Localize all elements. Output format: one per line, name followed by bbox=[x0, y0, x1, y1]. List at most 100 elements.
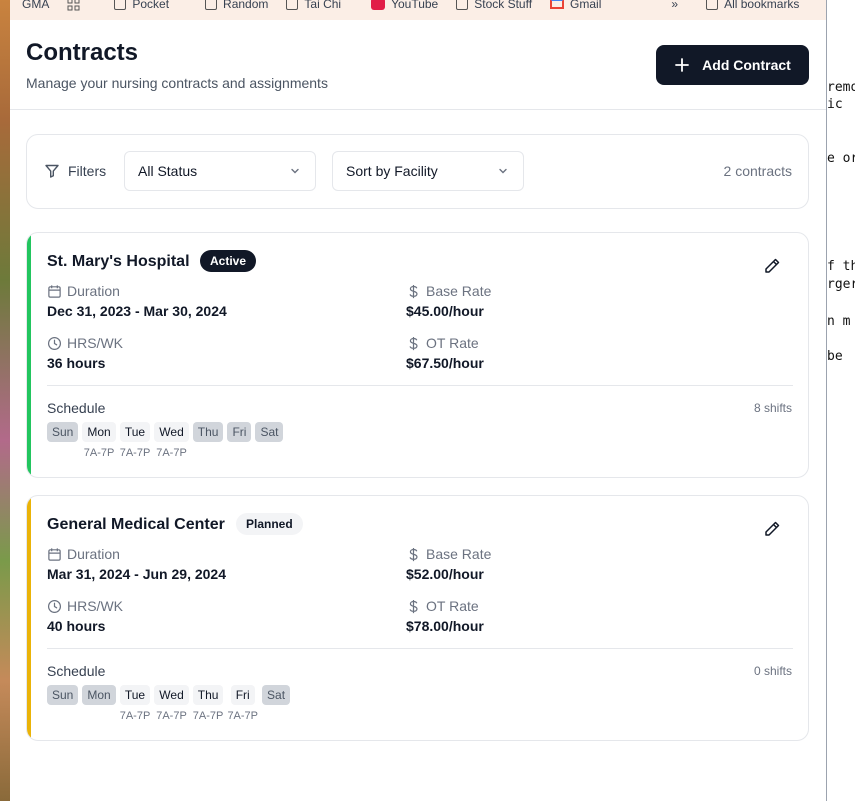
duration-value: Mar 31, 2024 - Jun 29, 2024 bbox=[47, 566, 226, 582]
schedule-day: Sat bbox=[262, 685, 291, 723]
add-contract-button[interactable]: Add Contract bbox=[656, 45, 809, 85]
schedule-day: Mon 7A-7P bbox=[82, 422, 116, 460]
edit-pencil-icon[interactable] bbox=[763, 520, 781, 538]
schedule-day: Tue 7A-7P bbox=[119, 685, 151, 723]
ot-rate-label: OT Rate bbox=[406, 598, 479, 614]
shifts-count: 0 shifts bbox=[753, 664, 792, 678]
duration-label: Duration bbox=[47, 283, 120, 299]
bookmark-item[interactable]: YouTube bbox=[371, 0, 438, 11]
edit-pencil-icon[interactable] bbox=[763, 257, 781, 275]
all-bookmarks-button[interactable]: All bookmarks bbox=[706, 0, 799, 11]
background-terminal-window: remo ic e or f th rger n m be bbox=[826, 0, 855, 801]
calendar-icon bbox=[48, 547, 61, 561]
bookmark-label: Pocket bbox=[132, 0, 170, 11]
base-rate-label: Base Rate bbox=[406, 283, 491, 299]
hours-label-text: HRS/WK bbox=[67, 335, 123, 351]
dollar-icon bbox=[409, 547, 418, 561]
status-badge: Planned bbox=[236, 513, 303, 535]
shifts-count: 8 shifts bbox=[753, 401, 792, 415]
bookmark-item[interactable]: Stock Stuff bbox=[456, 0, 532, 11]
shift-time: 7A-7P bbox=[192, 710, 224, 722]
base-rate-value: $52.00/hour bbox=[406, 566, 484, 582]
facility-name: St. Mary's Hospital bbox=[47, 253, 190, 270]
status-accent-bar bbox=[27, 496, 31, 740]
schedule-day: Sun bbox=[47, 422, 79, 460]
all-bookmarks-label: All bookmarks bbox=[724, 0, 800, 11]
ot-rate-label: OT Rate bbox=[406, 335, 479, 351]
sort-select[interactable]: Sort by Facility bbox=[332, 151, 524, 191]
hours-value: 36 hours bbox=[47, 355, 106, 371]
divider bbox=[47, 385, 793, 386]
bookmark-label: Stock Stuff bbox=[474, 0, 533, 11]
schedule-day: Thu 7A-7P bbox=[192, 685, 224, 723]
day-chip: Sun bbox=[47, 422, 79, 442]
day-chip: Thu bbox=[192, 685, 224, 705]
bookmark-item[interactable]: GMA bbox=[22, 0, 49, 11]
status-accent-bar bbox=[27, 233, 31, 477]
filters-text: Filters bbox=[68, 163, 107, 179]
terminal-line: f th bbox=[827, 259, 855, 274]
bookmark-label: Tai Chi bbox=[304, 0, 342, 11]
clock-icon bbox=[47, 336, 62, 350]
shift-time: 7A-7P bbox=[227, 710, 259, 722]
folder-icon bbox=[706, 0, 719, 10]
day-chip: Wed bbox=[154, 685, 189, 705]
day-chip: Sun bbox=[47, 685, 79, 705]
dollar-icon bbox=[409, 599, 418, 613]
contracts-count: 2 contracts bbox=[723, 163, 792, 179]
schedule-label: Schedule bbox=[47, 663, 106, 679]
bookmarks-overflow-button[interactable]: » bbox=[671, 0, 678, 11]
day-chip: Fri bbox=[227, 422, 252, 442]
schedule-day: Tue 7A-7P bbox=[119, 422, 151, 460]
base-rate-label-text: Base Rate bbox=[426, 546, 492, 562]
bookmark-item[interactable]: Random bbox=[205, 0, 268, 11]
bookmark-item[interactable]: Tai Chi bbox=[286, 0, 341, 11]
chevron-down-icon bbox=[499, 168, 507, 174]
bookmark-label: Gmail bbox=[570, 0, 602, 11]
schedule-day: Thu bbox=[192, 422, 224, 460]
calendar-icon bbox=[48, 284, 61, 298]
ot-rate-value: $67.50/hour bbox=[406, 355, 484, 371]
sort-value: Sort by Facility bbox=[346, 163, 438, 179]
folder-icon bbox=[114, 0, 127, 10]
ot-rate-label-text: OT Rate bbox=[426, 598, 479, 614]
day-chip: Tue bbox=[119, 422, 151, 442]
schedule-days: Sun Mon Tue 7A-7P Wed 7A-7P Thu 7A-7P Fri 7A… bbox=[47, 685, 291, 723]
ot-rate-value: $78.00/hour bbox=[406, 618, 484, 634]
apps-grid-icon[interactable] bbox=[67, 0, 80, 11]
day-chip: Fri bbox=[230, 685, 255, 705]
schedule-day: Fri bbox=[227, 422, 252, 460]
dollar-icon bbox=[409, 336, 418, 350]
dollar-icon bbox=[409, 284, 418, 298]
shift-time: 7A-7P bbox=[83, 447, 115, 459]
page-header: Contracts Manage your nursing contracts … bbox=[10, 20, 826, 110]
terminal-line: rger bbox=[827, 277, 855, 292]
duration-value: Dec 31, 2023 - Mar 30, 2024 bbox=[47, 303, 227, 319]
day-chip: Sat bbox=[255, 422, 284, 442]
hours-label-text: HRS/WK bbox=[67, 598, 123, 614]
day-chip: Tue bbox=[119, 685, 151, 705]
status-filter-value: All Status bbox=[138, 163, 198, 179]
bookmark-label: YouTube bbox=[391, 0, 439, 11]
bookmark-item[interactable]: Gmail bbox=[550, 0, 601, 11]
bookmark-label: Random bbox=[223, 0, 269, 11]
terminal-line: remo bbox=[827, 80, 855, 95]
hours-label: HRS/WK bbox=[47, 598, 123, 614]
page-subtitle: Manage your nursing contracts and assign… bbox=[26, 75, 328, 91]
base-rate-label-text: Base Rate bbox=[426, 283, 492, 299]
duration-label-text: Duration bbox=[67, 283, 120, 299]
contract-card[interactable]: St. Mary's Hospital Active Duration Dec … bbox=[26, 232, 809, 478]
terminal-line: e or bbox=[827, 151, 855, 166]
shift-time: 7A-7P bbox=[156, 447, 187, 459]
filter-icon bbox=[45, 164, 59, 178]
terminal-line: be bbox=[827, 349, 843, 364]
bookmark-item[interactable]: Pocket bbox=[114, 0, 169, 11]
contract-card[interactable]: General Medical Center Planned Duration … bbox=[26, 495, 809, 741]
filters-label: Filters bbox=[44, 163, 106, 179]
chevron-double-right-icon: » bbox=[671, 0, 679, 11]
shift-time: 7A-7P bbox=[156, 710, 187, 722]
status-filter-select[interactable]: All Status bbox=[124, 151, 316, 191]
day-chip: Mon bbox=[82, 422, 116, 442]
facility-name: General Medical Center bbox=[47, 516, 225, 533]
bookmark-label: GMA bbox=[22, 0, 50, 11]
